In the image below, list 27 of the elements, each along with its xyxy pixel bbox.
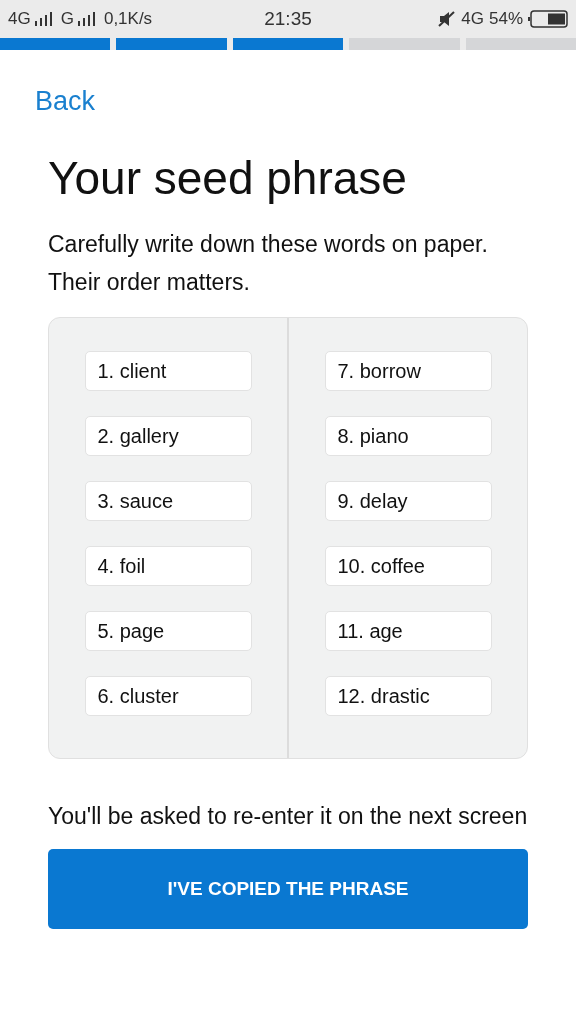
network-type: 4G [461,9,484,29]
instructions-text: Carefully write down these words on paper. Their order matters. [48,230,489,297]
seed-word: 7. borrow [324,351,492,391]
network-type: 4G [8,9,31,29]
seed-word: 11. age [324,611,492,651]
page-title: Your seed phrase [48,151,408,205]
signal-icon [76,12,97,26]
seed-word: 5. page [84,611,252,651]
seed-word: 10. coffee [324,546,492,586]
back-link[interactable]: Back [35,86,96,117]
seed-word: 12. drastic [324,676,492,716]
seed-word: 8. piano [324,416,492,456]
copied-button[interactable]: I'VE COPIED THE PHRASE [48,849,528,929]
seed-word: 1. client [84,351,252,391]
seed-word: 4. foil [84,546,252,586]
network-type: G [60,9,74,29]
battery-percentage: 54% [488,9,523,29]
clock: 21:35 [264,8,312,30]
seed-word: 9. delay [324,481,492,521]
network-speed: 0,1K/s [103,9,153,29]
mute-icon [438,11,457,27]
seed-word: 3. sauce [84,481,252,521]
seed-word: 2. gallery [84,416,252,456]
note-text: You'll be asked to re-enter it on the next screen [48,802,528,831]
signal-icon [33,12,54,26]
battery-icon [528,10,568,28]
seed-word: 6. cluster [84,676,252,716]
